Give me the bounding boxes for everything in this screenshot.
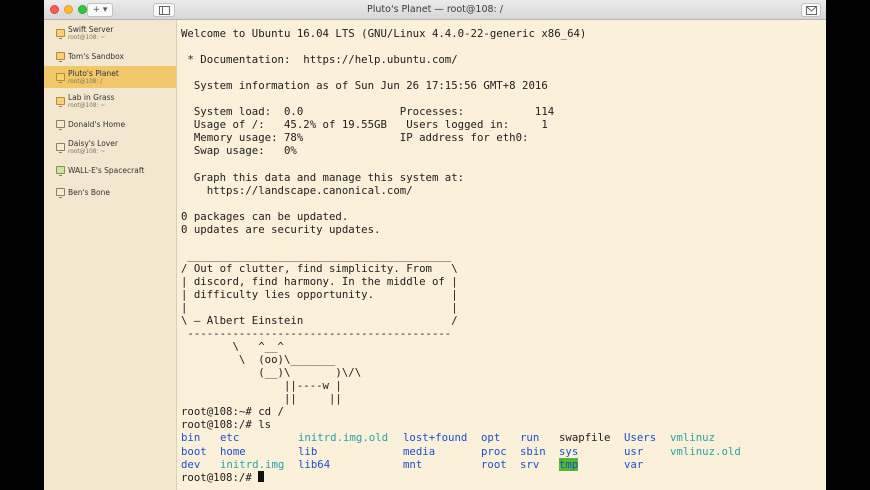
ls-entry: run	[520, 431, 540, 445]
terminal-line: ||----w |	[181, 379, 342, 393]
ls-entry: opt	[481, 431, 501, 445]
terminal-output[interactable]: Welcome to Ubuntu 16.04 LTS (GNU/Linux 4…	[181, 27, 821, 484]
text-cursor	[258, 470, 265, 482]
server-icon	[56, 52, 65, 62]
terminal-line: root@108:~# cd /	[181, 405, 284, 419]
ls-entry: lib64	[298, 457, 331, 471]
ls-entry: initrd.img.old	[298, 431, 389, 445]
server-icon	[56, 73, 65, 83]
terminal-line: / Out of clutter, find simplicity. From …	[181, 261, 458, 275]
ls-entry: bin	[181, 431, 201, 445]
terminal-line: Usage of /: 45.2% of 19.55GB Users logge…	[181, 118, 548, 132]
session-status: root@108: ~	[68, 103, 106, 109]
terminal-line: 0 packages can be updated.	[181, 209, 349, 223]
session-name: Swift Server	[68, 25, 114, 34]
terminal-line: \ ^__^	[181, 340, 284, 354]
terminal-line: * Documentation: https://help.ubuntu.com…	[181, 53, 458, 67]
server-icon	[56, 29, 65, 39]
terminal-line: | difficulty lies opportunity. |	[181, 287, 458, 301]
session-name: Lab in Grass	[68, 93, 115, 102]
terminal-app-window: + ▾ Pluto's Planet — root@108: / Swift S…	[44, 0, 826, 490]
ls-entry: etc	[220, 431, 240, 445]
session-status: root@108: ~	[68, 35, 106, 41]
terminal-line: https://landscape.canonical.com/	[181, 183, 413, 197]
sidebar-item-session[interactable]: Lab in Grass root@108: ~	[44, 90, 176, 112]
ls-output-row: bin etc initrd.img.old lost+found opt run swap…	[181, 431, 821, 444]
ls-entry: sbin	[520, 444, 546, 458]
terminal-line: \ (oo)\_______	[181, 353, 336, 367]
server-icon	[56, 143, 65, 153]
terminal-line: | |	[181, 300, 458, 314]
session-name: WALL-E's Spacecraft	[68, 166, 145, 175]
terminal-line: 0 updates are security updates.	[181, 222, 381, 236]
sidebar-item-session[interactable]: Tom's Sandbox	[44, 45, 176, 67]
ls-entry: vmlinuz	[670, 431, 716, 445]
terminal-line: Welcome to Ubuntu 16.04 LTS (GNU/Linux 4…	[181, 27, 587, 40]
session-name: Daisy's Lover	[68, 139, 118, 148]
server-icon	[56, 188, 65, 198]
sidebar-item-session[interactable]: Ben's Bone	[44, 181, 176, 203]
terminal-line: ----------------------------------------…	[181, 327, 452, 341]
terminal-line: Swap usage: 0%	[181, 144, 297, 158]
ls-entry: home	[220, 444, 246, 458]
ls-entry: lost+found	[403, 431, 468, 445]
ls-entry: srv	[520, 457, 540, 471]
server-icon	[56, 120, 65, 130]
ls-entry: tmp	[559, 457, 579, 471]
terminal-line: Graph this data and manage this system a…	[181, 170, 465, 184]
ls-entry: swapfile	[559, 431, 611, 445]
ls-output-row: dev initrd.img lib64 mnt root srv tmp var	[181, 457, 821, 471]
terminal-line: || ||	[181, 392, 342, 406]
sidebar-item-session[interactable]: Donald's Home	[44, 113, 176, 135]
terminal-line: ________________________________________…	[181, 248, 452, 262]
window-title: Pluto's Planet — root@108: /	[367, 4, 503, 15]
terminal-line: | discord, find harmony. In the middle o…	[181, 274, 458, 288]
title-bar: + ▾ Pluto's Planet — root@108: /	[44, 0, 826, 20]
ls-entry: boot	[181, 444, 207, 458]
prompt-line[interactable]: root@108:/#	[181, 470, 821, 484]
terminal-line: System load: 0.0 Processes: 114	[181, 105, 555, 119]
terminal-line: Memory usage: 78% IP address for eth0:	[181, 131, 529, 145]
sidebar-item-session[interactable]: Swift Server root@108: ~	[44, 22, 176, 44]
ls-entry: usr	[624, 444, 644, 458]
ls-entry: root	[481, 457, 507, 471]
terminal-line: root@108:/# ls	[181, 418, 272, 432]
session-name: Pluto's Planet	[68, 69, 119, 78]
session-name: Ben's Bone	[68, 188, 110, 197]
server-icon	[56, 166, 65, 176]
sidebar-item-session[interactable]: WALL-E's Spacecraft	[44, 159, 176, 181]
session-status: root@108: /	[68, 79, 103, 85]
ls-entry: vmlinuz.old	[670, 444, 741, 458]
sessions-sidebar: Swift Server root@108: ~ Tom's Sandbox Plut…	[44, 20, 177, 490]
sidebar-item-session[interactable]: Daisy's Lover root@108: ~	[44, 136, 176, 158]
ls-entry: lib	[298, 444, 318, 458]
shell-prompt: root@108:/#	[181, 470, 259, 484]
ls-entry: dev	[181, 457, 201, 471]
terminal-line: System information as of Sun Jun 26 17:1…	[181, 79, 548, 93]
share-button[interactable]	[801, 3, 821, 17]
session-name: Tom's Sandbox	[68, 52, 124, 61]
ls-entry: media	[403, 444, 436, 458]
ls-output-row: boot home lib media proc sbin sys usr vmlinuz.ol…	[181, 445, 821, 458]
server-icon	[56, 97, 65, 107]
terminal-line: (__)\ )\/\	[181, 366, 362, 380]
ls-entry: proc	[481, 444, 507, 458]
ls-entry: var	[624, 457, 644, 471]
terminal-line: \ — Albert Einstein /	[181, 314, 458, 328]
session-status: root@108: ~	[68, 149, 106, 155]
ls-entry: Users	[624, 431, 657, 445]
ls-entry: sys	[559, 444, 579, 458]
envelope-icon	[806, 6, 817, 15]
ls-entry: mnt	[403, 457, 423, 471]
sidebar-item-session[interactable]: Pluto's Planet root@108: /	[44, 66, 176, 88]
session-name: Donald's Home	[68, 120, 126, 129]
ls-entry: initrd.img	[220, 457, 285, 471]
